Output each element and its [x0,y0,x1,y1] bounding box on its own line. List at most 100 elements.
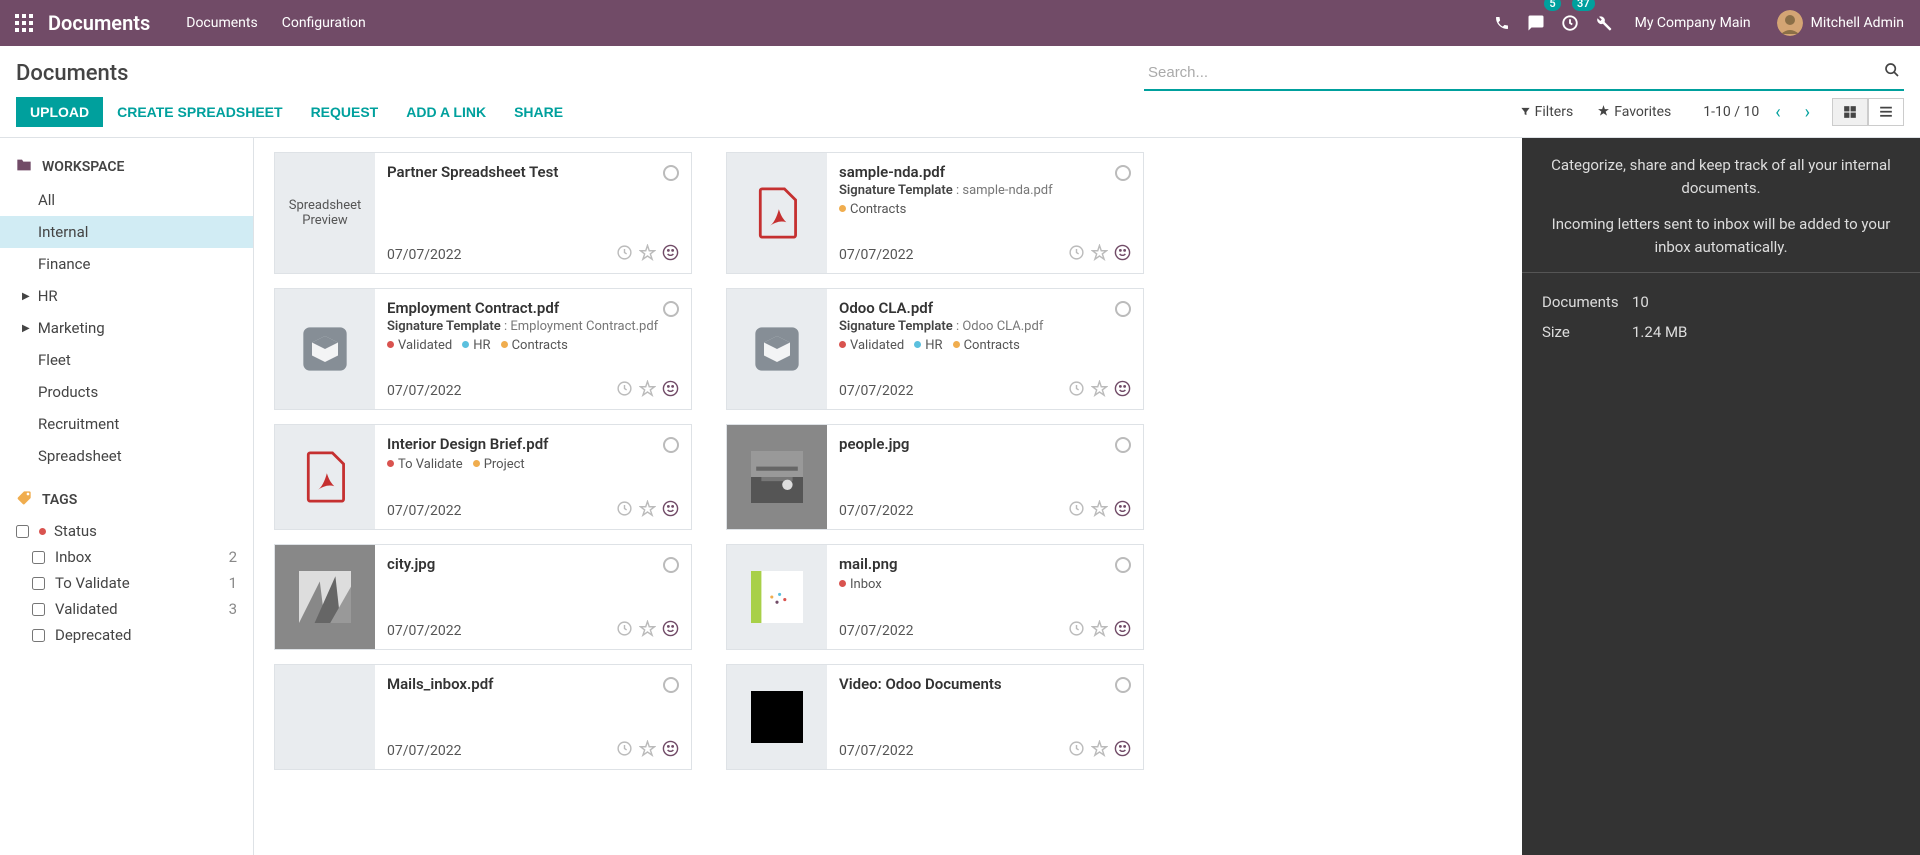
select-circle[interactable] [1115,677,1131,693]
sidebar-item-products[interactable]: Products [0,376,253,408]
add-link-button[interactable]: ADD A LINK [392,97,500,127]
clock-icon[interactable] [616,244,633,265]
smile-icon[interactable] [662,244,679,265]
clock-icon[interactable] [616,500,633,521]
select-circle[interactable] [663,437,679,453]
sidebar-item-finance[interactable]: Finance [0,248,253,280]
card-thumbnail [275,665,375,769]
sidebar-item-fleet[interactable]: Fleet [0,344,253,376]
star-icon[interactable] [1091,500,1108,521]
apps-icon[interactable] [12,11,36,35]
smile-icon[interactable] [1114,500,1131,521]
star-icon[interactable] [1091,740,1108,761]
chat-icon[interactable]: 5 [1519,0,1553,46]
smile-icon[interactable] [662,380,679,401]
search-input[interactable] [1144,56,1904,91]
user-menu[interactable]: Mitchell Admin [1765,0,1908,46]
star-icon[interactable] [639,740,656,761]
favorites-button[interactable]: Favorites [1585,100,1683,124]
share-button[interactable]: SHARE [500,97,577,127]
card-thumbnail [275,289,375,409]
select-circle[interactable] [1115,301,1131,317]
tag-checkbox[interactable] [32,551,45,564]
tag-to-validate[interactable]: To Validate1 [0,570,253,596]
star-icon[interactable] [1091,380,1108,401]
app-brand[interactable]: Documents [48,11,150,35]
document-card[interactable]: Interior Design Brief.pdfTo ValidateProj… [274,424,692,530]
sidebar-item-all[interactable]: All [0,184,253,216]
clock-icon[interactable] [1068,740,1085,761]
phone-icon[interactable] [1485,0,1519,46]
filters-button[interactable]: Filters [1508,100,1586,124]
smile-icon[interactable] [662,500,679,521]
card-title: city.jpg [387,555,679,573]
document-card[interactable]: Mails_inbox.pdf07/07/2022 [274,664,692,770]
select-circle[interactable] [1115,557,1131,573]
info-line-2: Incoming letters sent to inbox will be a… [1542,213,1900,258]
create-spreadsheet-button[interactable]: CREATE SPREADSHEET [103,97,296,127]
document-card[interactable]: mail.pngInbox07/07/2022 [726,544,1144,650]
smile-icon[interactable] [1114,244,1131,265]
nav-configuration[interactable]: Configuration [270,0,378,46]
card-tag: To Validate [387,457,463,472]
smile-icon[interactable] [662,620,679,641]
smile-icon[interactable] [1114,380,1131,401]
tag-validated[interactable]: Validated3 [0,596,253,622]
tag-checkbox[interactable] [32,577,45,590]
document-card[interactable]: Employment Contract.pdfSignature Templat… [274,288,692,410]
pager-next[interactable]: › [1797,98,1818,127]
card-tag: HR [914,338,942,353]
tag-deprecated[interactable]: Deprecated [0,622,253,648]
document-card[interactable]: sample-nda.pdfSignature Template : sampl… [726,152,1144,274]
sidebar-item-recruitment[interactable]: Recruitment [0,408,253,440]
tag-status[interactable]: Status [0,518,253,544]
smile-icon[interactable] [662,740,679,761]
document-card[interactable]: city.jpg07/07/2022 [274,544,692,650]
sidebar-item-hr[interactable]: ▶HR [0,280,253,312]
select-circle[interactable] [663,301,679,317]
star-icon[interactable] [639,620,656,641]
select-circle[interactable] [663,677,679,693]
clock-icon[interactable] [1068,380,1085,401]
document-card[interactable]: Odoo CLA.pdfSignature Template : Odoo CL… [726,288,1144,410]
info-line-1: Categorize, share and keep track of all … [1542,154,1900,199]
clock-icon[interactable] [616,740,633,761]
clock-icon[interactable] [1068,620,1085,641]
document-card[interactable]: Spreadsheet PreviewPartner Spreadsheet T… [274,152,692,274]
star-icon[interactable] [639,500,656,521]
select-circle[interactable] [663,165,679,181]
company-switcher[interactable]: My Company Main [1621,0,1765,46]
tag-inbox[interactable]: Inbox2 [0,544,253,570]
sidebar-item-marketing[interactable]: ▶Marketing [0,312,253,344]
star-icon[interactable] [639,244,656,265]
tools-icon[interactable] [1587,0,1621,46]
select-circle[interactable] [663,557,679,573]
document-card[interactable]: people.jpg07/07/2022 [726,424,1144,530]
clock-icon[interactable] [1068,244,1085,265]
list-view-button[interactable] [1868,98,1904,126]
tag-checkbox[interactable] [32,603,45,616]
nav-documents[interactable]: Documents [174,0,269,46]
smile-icon[interactable] [1114,620,1131,641]
kanban-view-button[interactable] [1832,98,1868,126]
star-icon[interactable] [1091,244,1108,265]
clock-icon[interactable] [616,380,633,401]
select-circle[interactable] [1115,165,1131,181]
tag-checkbox[interactable] [32,629,45,642]
tag-checkbox[interactable] [16,525,29,538]
upload-button[interactable]: UPLOAD [16,97,103,127]
star-icon[interactable] [1091,620,1108,641]
search-icon[interactable] [1884,62,1900,82]
clock-icon[interactable] [1068,500,1085,521]
star-icon[interactable] [639,380,656,401]
select-circle[interactable] [1115,437,1131,453]
pager-text[interactable]: 1-10 / 10 [1703,104,1759,120]
pager-prev[interactable]: ‹ [1767,98,1788,127]
smile-icon[interactable] [1114,740,1131,761]
document-card[interactable]: Video: Odoo Documents07/07/2022 [726,664,1144,770]
clock-icon[interactable]: 37 [1553,0,1587,46]
sidebar-item-internal[interactable]: Internal [0,216,253,248]
sidebar-item-spreadsheet[interactable]: Spreadsheet [0,440,253,472]
clock-icon[interactable] [616,620,633,641]
request-button[interactable]: REQUEST [297,97,393,127]
